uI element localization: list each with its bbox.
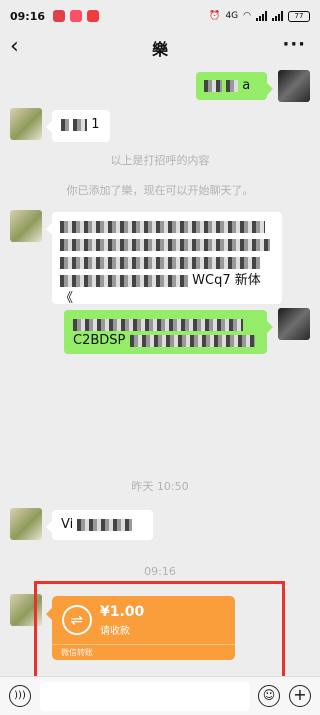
avatar[interactable] [10, 108, 42, 140]
input-bar: ))) ☺ + [0, 676, 320, 715]
avatar[interactable] [10, 210, 42, 242]
message-bubble-incoming[interactable]: 1 [46, 110, 110, 142]
plus-icon[interactable]: + [289, 685, 311, 707]
redacted-text [129, 334, 255, 347]
more-icon[interactable]: ··· [282, 34, 306, 55]
redacted-text [226, 79, 239, 92]
redacted-text [73, 118, 88, 131]
redacted-text [77, 518, 133, 531]
redacted-text [73, 318, 243, 331]
redacted-text [61, 118, 69, 131]
message-bubble-incoming[interactable]: WCq7 新体 《 [46, 212, 282, 306]
status-bar: 09:16 ⏰ 4G ◠ 77 [0, 0, 320, 32]
redacted-text [204, 79, 222, 92]
redacted-text [60, 256, 260, 269]
avatar[interactable] [10, 508, 42, 540]
signal-icon [272, 11, 283, 21]
avatar[interactable] [278, 70, 310, 102]
message-bubble-outgoing[interactable]: C2BDSP [64, 310, 273, 354]
voice-icon[interactable]: ))) [9, 685, 31, 707]
avatar[interactable] [278, 308, 310, 340]
emoji-icon[interactable]: ☺ [258, 685, 280, 707]
battery-icon: 77 [288, 10, 310, 22]
message-text: Vi [61, 517, 74, 532]
redacted-text [60, 274, 188, 287]
message-text: C2BDSP [73, 333, 126, 348]
timestamp: 昨天 10:50 [131, 480, 189, 493]
chat-title: 樂 [151, 40, 168, 59]
message-text: 《 [60, 291, 74, 306]
network-type: 4G [225, 11, 239, 21]
wifi-icon: ◠ [243, 11, 251, 21]
message-text: WCq7 新体 [192, 273, 261, 288]
timestamp: 09:16 [144, 565, 176, 578]
redacted-text [60, 238, 270, 251]
system-notice: 你已添加了樂，现在可以开始聊天了。 [66, 184, 254, 197]
status-time: 09:16 [10, 9, 46, 23]
alarm-icon: ⏰ [209, 11, 221, 21]
message-text: a [242, 78, 251, 93]
message-input[interactable] [40, 682, 250, 711]
signal-icon [256, 11, 267, 21]
app-notification-icon [53, 10, 66, 22]
chat-header: ‹ 樂 ··· [0, 32, 320, 64]
redacted-text [60, 220, 265, 233]
app-notification-icon [87, 10, 100, 22]
message-text: 1 [91, 117, 100, 132]
app-notification-icon [70, 10, 83, 22]
system-notice: 以上是打招呼的内容 [110, 154, 210, 167]
message-bubble-incoming[interactable]: Vi [46, 510, 153, 540]
highlight-box [34, 581, 285, 684]
back-icon[interactable]: ‹ [10, 36, 19, 58]
message-bubble-outgoing[interactable]: a [196, 72, 273, 100]
